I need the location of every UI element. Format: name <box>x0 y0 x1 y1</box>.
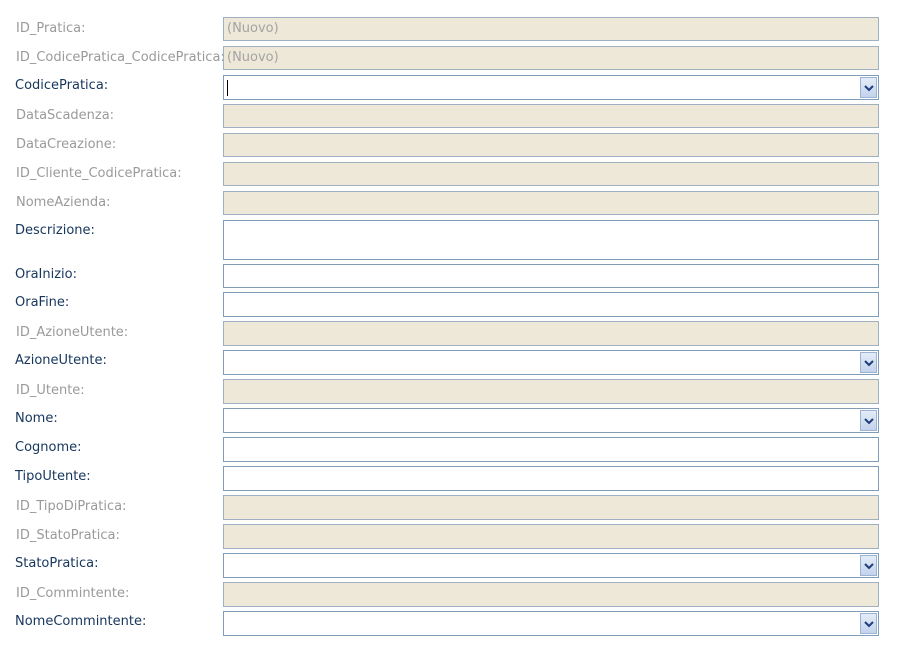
id-codicepratica-label: ID_CodicePratica_CodicePratica: <box>16 50 225 65</box>
id-statopratica-field[interactable] <box>223 524 879 549</box>
nomecommintente-combo[interactable] <box>223 611 879 636</box>
nomecommintente-label: NomeCommintente: <box>15 614 147 629</box>
datascadenza-field[interactable] <box>223 104 879 128</box>
orafine-field[interactable] <box>223 292 879 317</box>
id-azioneutente-field[interactable] <box>223 321 879 346</box>
id-azioneutente-label: ID_AzioneUtente: <box>16 325 129 340</box>
statopratica-dropdown-button[interactable] <box>860 555 877 576</box>
id-cliente-field[interactable] <box>223 162 879 186</box>
statopratica-label: StatoPratica: <box>15 556 99 571</box>
id-statopratica-label: ID_StatoPratica: <box>16 528 120 543</box>
text-caret <box>227 80 228 96</box>
id-commintente-field[interactable] <box>223 582 879 607</box>
datacreazione-field[interactable] <box>223 133 879 157</box>
chevron-down-icon <box>864 418 874 425</box>
cognome-label: Cognome: <box>15 440 82 455</box>
datacreazione-label: DataCreazione: <box>16 137 117 152</box>
codicepratica-dropdown-button[interactable] <box>860 77 877 98</box>
nome-label: Nome: <box>15 411 58 426</box>
descrizione-label: Descrizione: <box>15 223 95 238</box>
nomeazienda-label: NomeAzienda: <box>16 195 111 210</box>
id-codicepratica-field[interactable]: (Nuovo) <box>223 46 879 70</box>
id-utente-label: ID_Utente: <box>16 383 85 398</box>
id-pratica-label: ID_Pratica: <box>16 21 86 36</box>
id-tipodipratica-label: ID_TipoDiPratica: <box>16 499 127 514</box>
id-pratica-field[interactable]: (Nuovo) <box>223 17 879 41</box>
datascadenza-label: DataScadenza: <box>16 108 115 123</box>
codicepratica-label: CodicePratica: <box>15 78 109 93</box>
nome-dropdown-button[interactable] <box>860 410 877 431</box>
tipoutente-label: TipoUtente: <box>15 469 91 484</box>
id-tipodipratica-field[interactable] <box>223 495 879 520</box>
azioneutente-dropdown-button[interactable] <box>860 352 877 373</box>
nomecommintente-dropdown-button[interactable] <box>860 613 877 634</box>
statopratica-combo[interactable] <box>223 553 879 578</box>
orainizio-label: OraInizio: <box>15 267 77 282</box>
codicepratica-combo[interactable] <box>223 75 879 100</box>
chevron-down-icon <box>864 360 874 367</box>
cognome-field[interactable] <box>223 437 879 462</box>
chevron-down-icon <box>864 563 874 570</box>
record-form: ID_Pratica: (Nuovo) ID_CodicePratica_Cod… <box>0 0 903 666</box>
azioneutente-label: AzioneUtente: <box>15 353 107 368</box>
nomeazienda-field[interactable] <box>223 191 879 215</box>
azioneutente-combo[interactable] <box>223 350 879 375</box>
descrizione-textarea[interactable] <box>223 220 879 260</box>
tipoutente-field[interactable] <box>223 466 879 491</box>
orainizio-field[interactable] <box>223 264 879 288</box>
chevron-down-icon <box>864 621 874 628</box>
id-cliente-label: ID_Cliente_CodicePratica: <box>16 166 182 181</box>
nome-combo[interactable] <box>223 408 879 433</box>
id-utente-field[interactable] <box>223 379 879 404</box>
chevron-down-icon <box>864 85 874 92</box>
id-commintente-label: ID_Commintente: <box>16 586 130 601</box>
orafine-label: OraFine: <box>15 295 70 310</box>
